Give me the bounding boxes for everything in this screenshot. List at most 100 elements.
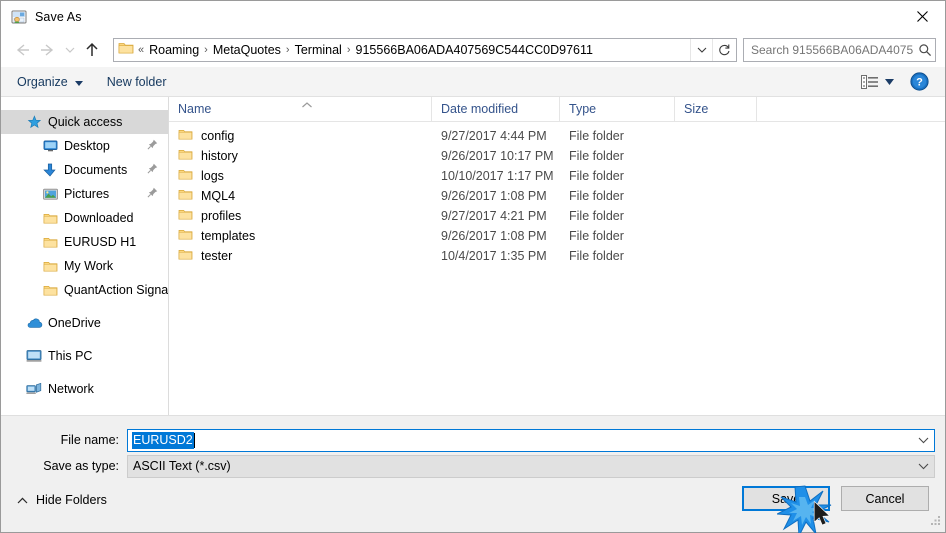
file-date-cell: 9/26/2017 1:08 PM: [441, 189, 547, 203]
arrow-left-icon: [16, 43, 29, 56]
chevron-down-icon: [918, 463, 928, 469]
close-button[interactable]: [899, 1, 945, 31]
save-as-type-label: Save as type:: [43, 459, 119, 473]
sidebar-item-quantaction-signal[interactable]: QuantAction Signal: [1, 278, 168, 302]
cloud-icon: [25, 317, 43, 329]
save-button-label: Save: [771, 491, 801, 506]
sidebar-item-label: Quick access: [48, 115, 123, 129]
chevron-down-icon: [697, 47, 706, 53]
sidebar-item-network[interactable]: Network: [1, 377, 168, 401]
table-row[interactable]: templates 9/26/2017 1:08 PM File folder: [169, 226, 945, 246]
breadcrumb-item-terminal[interactable]: Terminal: [291, 39, 346, 61]
sidebar-item-eurusd-h1[interactable]: EURUSD H1: [1, 230, 168, 254]
arrow-right-icon: [41, 43, 54, 56]
folder-icon: [178, 228, 193, 244]
hide-folders-label: Hide Folders: [36, 493, 107, 507]
title-bar: Save As: [1, 1, 945, 32]
refresh-button[interactable]: [712, 38, 736, 61]
view-details-icon: [861, 74, 878, 89]
monitor-icon: [41, 139, 59, 153]
view-dropdown-button[interactable]: [883, 75, 900, 89]
column-header-date-modified[interactable]: Date modified: [432, 97, 560, 121]
sidebar-item-this-pc[interactable]: This PC: [1, 344, 168, 368]
star-pin-icon: [25, 114, 43, 130]
table-row[interactable]: history 9/26/2017 10:17 PM File folder: [169, 146, 945, 166]
folder-icon: [41, 284, 59, 297]
forward-button[interactable]: [35, 37, 61, 63]
network-icon: [25, 382, 43, 396]
text-caret: [193, 432, 195, 448]
resize-grip-icon[interactable]: [929, 513, 942, 529]
search-input[interactable]: [749, 41, 915, 58]
file-name-cell: history: [169, 148, 432, 164]
sidebar-group-spacer: [1, 302, 168, 311]
change-view-button[interactable]: [856, 71, 883, 93]
file-name-row: File name: EURUSD2: [1, 428, 945, 452]
file-date-cell: 10/10/2017 1:17 PM: [441, 169, 554, 183]
save-as-type-select[interactable]: ASCII Text (*.csv): [127, 454, 935, 478]
new-folder-button[interactable]: New folder: [99, 72, 175, 92]
folder-icon: [178, 188, 193, 204]
file-name-cell: profiles: [169, 208, 432, 224]
table-row[interactable]: config 9/27/2017 4:44 PM File folder: [169, 126, 945, 146]
breadcrumb-item-roaming[interactable]: Roaming: [145, 39, 203, 61]
help-button[interactable]: ?: [910, 72, 929, 91]
up-one-level-button[interactable]: [79, 37, 105, 63]
table-row[interactable]: MQL4 9/26/2017 1:08 PM File folder: [169, 186, 945, 206]
sidebar-item-downloaded[interactable]: Downloaded: [1, 206, 168, 230]
pin-icon: [147, 139, 158, 153]
navigation-pane: Quick access Desktop Documents Pictures …: [1, 97, 169, 415]
file-name-label: config: [201, 129, 235, 143]
column-header-name[interactable]: Name: [169, 97, 432, 121]
sidebar-item-documents[interactable]: Documents: [1, 158, 168, 182]
breadcrumb-item-metaquotes[interactable]: MetaQuotes: [209, 39, 285, 61]
sidebar-item-quick-access[interactable]: Quick access: [1, 110, 168, 134]
address-history-dropdown[interactable]: [690, 38, 712, 61]
window-title: Save As: [35, 9, 82, 24]
sidebar-item-my-work[interactable]: My Work: [1, 254, 168, 278]
chevron-down-icon: [65, 47, 75, 53]
file-name-dropdown-button[interactable]: [912, 437, 934, 444]
file-name-cell: logs: [169, 168, 432, 184]
hide-folders-button[interactable]: Hide Folders: [11, 489, 113, 511]
column-label: Type: [569, 102, 597, 116]
sidebar-item-onedrive[interactable]: OneDrive: [1, 311, 168, 335]
file-name-value: EURUSD2: [132, 431, 194, 449]
column-header-type[interactable]: Type: [560, 97, 675, 121]
save-as-type-dropdown-button[interactable]: [912, 463, 934, 470]
breadcrumb-item-instance-id[interactable]: 915566BA06ADA407569C544CC0D97611: [352, 39, 597, 61]
file-name-cell: MQL4: [169, 188, 432, 204]
folder-icon: [41, 212, 59, 225]
recent-locations-button[interactable]: [61, 37, 79, 63]
back-button[interactable]: [9, 37, 35, 63]
address-bar[interactable]: « Roaming › MetaQuotes › Terminal › 9155…: [113, 37, 737, 62]
table-row[interactable]: tester 10/4/2017 1:35 PM File folder: [169, 246, 945, 266]
save-button[interactable]: Save: [742, 486, 830, 511]
file-name-label: history: [201, 149, 238, 163]
file-type-cell: File folder: [569, 249, 624, 263]
file-name-label: templates: [201, 229, 256, 243]
sidebar-item-pictures[interactable]: Pictures: [1, 182, 168, 206]
command-bar: Organize New folder ?: [1, 67, 945, 97]
sidebar-item-label: EURUSD H1: [64, 235, 137, 249]
cancel-button[interactable]: Cancel: [841, 486, 929, 511]
file-type-cell: File folder: [569, 149, 624, 163]
folder-icon: [178, 128, 193, 144]
caret-down-icon: [74, 75, 83, 89]
sidebar-item-label: This PC: [48, 349, 93, 363]
column-header-size[interactable]: Size: [675, 97, 757, 121]
dialog-body: Quick access Desktop Documents Pictures …: [1, 97, 945, 415]
table-row[interactable]: logs 10/10/2017 1:17 PM File folder: [169, 166, 945, 186]
sidebar-item-label: My Work: [64, 259, 114, 273]
organize-menu-button[interactable]: Organize: [9, 72, 91, 92]
file-name-input[interactable]: EURUSD2: [127, 428, 935, 452]
sidebar-item-label: QuantAction Signal: [64, 283, 169, 297]
table-row[interactable]: profiles 9/27/2017 4:21 PM File folder: [169, 206, 945, 226]
pin-icon: [147, 163, 158, 177]
file-type-cell: File folder: [569, 229, 624, 243]
search-box[interactable]: [743, 37, 936, 62]
sidebar-group-spacer: [1, 368, 168, 377]
sidebar-item-desktop[interactable]: Desktop: [1, 134, 168, 158]
file-type-cell: File folder: [569, 169, 624, 183]
breadcrumb-prefix: «: [138, 43, 145, 56]
